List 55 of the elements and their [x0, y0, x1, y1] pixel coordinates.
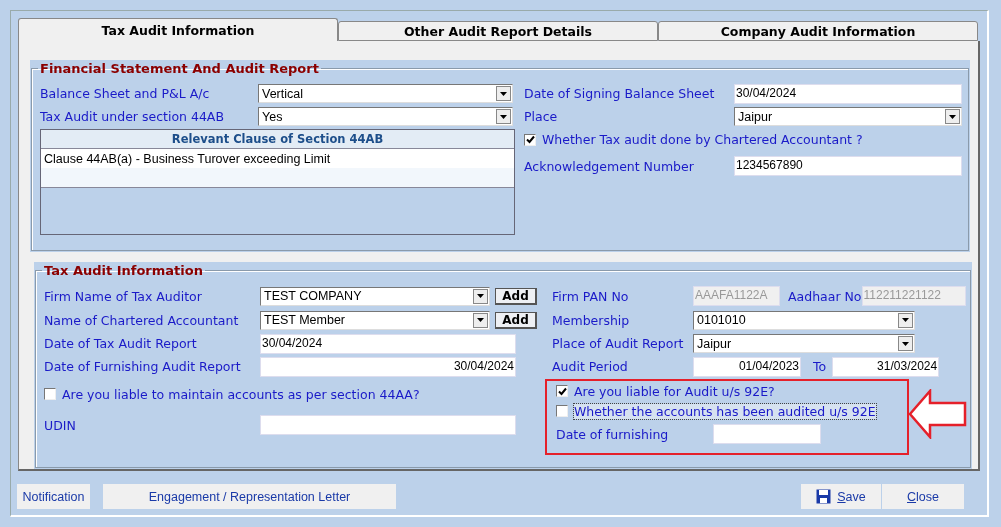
field-label: Firm PAN No — [552, 288, 630, 304]
add-button[interactable]: Add — [495, 311, 537, 329]
field-label: Place — [524, 109, 559, 124]
tab[interactable]: Tax Audit Information — [18, 18, 338, 41]
dropdown[interactable]: TEST Member — [260, 310, 490, 330]
field-label: Place of Audit Report — [552, 336, 685, 351]
date-field[interactable]: 30/04/2024 — [260, 333, 516, 354]
field-label: Audit Period — [552, 359, 629, 374]
checkbox-label: Are you liable for Audit u/s 92E? — [574, 383, 775, 399]
add-button[interactable]: Add — [495, 287, 537, 305]
dropdown[interactable]: Jaipur — [734, 107, 962, 126]
field-label: Acknowledgement Number — [524, 158, 695, 174]
table-header: Relevant Clause of Section 44AB — [41, 130, 514, 149]
field-label: Date of Tax Audit Report — [44, 336, 198, 351]
dropdown[interactable]: 0101010 — [693, 310, 915, 330]
dropdown[interactable]: Vertical — [258, 84, 513, 103]
field-label: Date of furnishing — [556, 426, 670, 442]
date-field[interactable] — [713, 424, 821, 444]
group-title: Financial Statement And Audit Report — [39, 61, 320, 76]
field-label: Date of Signing Balance Sheet — [524, 86, 716, 101]
footer-button[interactable]: Notification — [17, 484, 90, 509]
field-label: Membership — [552, 312, 631, 328]
group-title: Tax Audit Information — [43, 263, 204, 278]
dropdown[interactable]: Yes — [258, 107, 513, 126]
save-button[interactable]: Save — [801, 484, 881, 509]
text-field[interactable]: 1234567890 — [734, 156, 962, 176]
checkbox[interactable] — [556, 385, 568, 397]
checkbox-label: Whether Tax audit done by Chartered Accountant ? — [542, 132, 863, 147]
field-label: Balance Sheet and P&L A/c — [40, 86, 211, 101]
field-label: Name of Chartered Accountant — [44, 312, 240, 328]
footer-button[interactable]: Engagement / Representation Letter — [103, 484, 396, 509]
checkbox[interactable] — [556, 405, 568, 417]
date-field[interactable]: 30/04/2024 — [260, 356, 516, 377]
checkbox[interactable] — [524, 133, 536, 146]
date-field[interactable]: 30/04/2024 — [734, 83, 962, 104]
text-field[interactable] — [260, 415, 516, 435]
empty-table-row[interactable] — [41, 168, 514, 188]
checkbox[interactable] — [44, 388, 56, 400]
arrow-icon — [908, 389, 968, 439]
table-cell[interactable]: Clause 44AB(a) - Business Turover exceeding Limit — [41, 149, 514, 168]
field-label: Tax Audit under section 44AB — [40, 109, 225, 124]
field-label: To — [813, 359, 827, 374]
field-label: Firm Name of Tax Auditor — [44, 288, 203, 304]
dropdown[interactable]: TEST COMPANY — [260, 286, 490, 306]
dropdown[interactable]: Jaipur — [693, 334, 915, 353]
checkbox-label: Whether the accounts has been audited u/s 92E — [574, 403, 876, 419]
tab[interactable]: Company Audit Information — [658, 21, 978, 41]
checkbox-label: Are you liable to maintain accounts as per section 44AA? — [62, 386, 420, 402]
close-button[interactable]: Close — [882, 484, 964, 509]
field-label: Aadhaar No — [788, 288, 862, 304]
field-label: UDIN — [44, 417, 77, 433]
tab[interactable]: Other Audit Report Details — [338, 21, 658, 41]
field-label: Date of Furnishing Audit Report — [44, 359, 242, 374]
date-field[interactable]: 01/04/2023 — [693, 356, 801, 377]
date-field[interactable]: 31/03/2024 — [832, 356, 940, 377]
